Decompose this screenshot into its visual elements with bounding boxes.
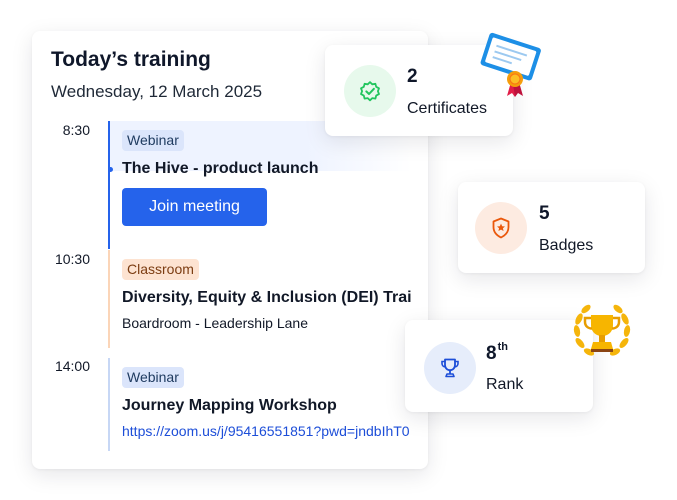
session-title: Diversity, Equity & Inclusion (DEI) Trai… [122, 289, 412, 306]
badges-stat-card[interactable]: 5 Badges [458, 182, 645, 273]
rank-label: Rank [486, 376, 524, 393]
certificate-ribbon-icon [480, 32, 541, 97]
session-time: 14:00 [54, 358, 90, 374]
session-type-tag: Webinar [122, 130, 184, 151]
session-type-tag: Classroom [122, 259, 199, 280]
training-title: Today’s training [51, 48, 211, 71]
certificates-count: 2 [407, 66, 418, 87]
rank-stat-card[interactable]: 8th Rank [405, 320, 593, 412]
badges-label: Badges [539, 237, 594, 254]
training-date: Wednesday, 12 March 2025 [51, 82, 263, 101]
certificates-label: Certificates [407, 100, 488, 117]
gold-trophy-laurel-icon [573, 304, 631, 356]
session-item[interactable]: Webinar The Hive - product launch Join m… [108, 121, 412, 249]
session-type-tag: Webinar [122, 367, 184, 388]
session-title: The Hive - product launch [122, 160, 319, 177]
rank-value: 8th [486, 341, 508, 365]
join-meeting-button[interactable]: Join meeting [122, 188, 267, 226]
badges-count: 5 [539, 203, 550, 224]
trophy-icon [424, 342, 476, 394]
rank-number: 8 [486, 343, 497, 364]
session-location: Boardroom - Leadership Lane [122, 315, 309, 331]
verified-badge-icon [344, 65, 396, 117]
rank-suffix: th [497, 341, 508, 353]
session-time: 8:30 [62, 122, 90, 138]
session-item[interactable]: Classroom Diversity, Equity & Inclusion … [108, 250, 412, 348]
shield-star-icon [475, 202, 527, 254]
session-time: 10:30 [54, 251, 90, 267]
session-item[interactable]: Webinar Journey Mapping Workshop https:/… [108, 358, 412, 451]
session-title: Journey Mapping Workshop [122, 397, 337, 414]
session-meeting-link[interactable]: https://zoom.us/j/95416551851?pwd=jndbIh… [122, 423, 412, 439]
